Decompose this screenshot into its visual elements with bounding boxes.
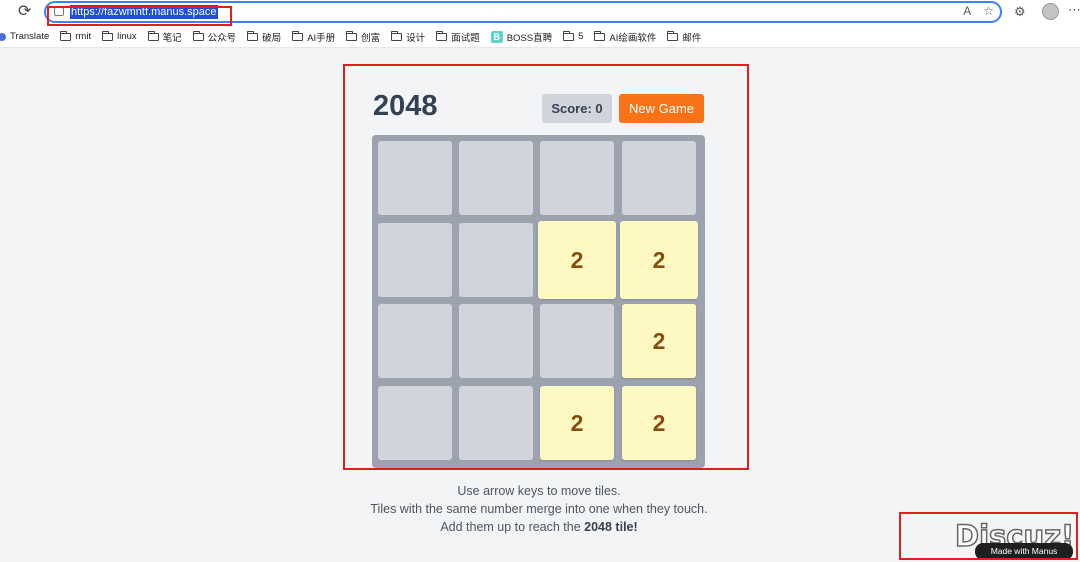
star-icon[interactable]: ☆: [983, 4, 994, 18]
tile: 2: [622, 386, 696, 460]
folder-icon: [563, 30, 575, 41]
bookmark-item[interactable]: linux: [102, 30, 137, 42]
bookmark-item[interactable]: 创富: [346, 30, 380, 44]
bookmark-item[interactable]: 面试题: [436, 30, 480, 44]
bookmark-label: 设计: [406, 32, 426, 44]
empty-cell: [459, 141, 533, 215]
folder-icon: [436, 30, 448, 41]
bookmark-item[interactable]: 破局: [247, 30, 281, 44]
empty-cell: [378, 386, 452, 460]
instructions: Use arrow keys to move tiles. Tiles with…: [300, 482, 778, 536]
folder-icon: [192, 30, 204, 41]
empty-cell: [459, 386, 533, 460]
bookmark-item[interactable]: rmit: [60, 30, 92, 42]
folder-icon: [594, 30, 606, 41]
empty-cell: [378, 141, 452, 215]
tile: 2: [620, 221, 698, 299]
site-info-icon[interactable]: [54, 7, 64, 16]
folder-icon: [102, 30, 114, 41]
more-menu-icon[interactable]: ⋯: [1068, 2, 1080, 18]
bookmark-label: rmit: [75, 31, 92, 42]
bookmark-item[interactable]: 5: [563, 30, 584, 42]
bookmark-label: Translate: [10, 31, 50, 42]
score-display: Score: 0: [542, 94, 612, 123]
empty-cell: [540, 141, 614, 215]
read-aloud-icon[interactable]: A: [963, 4, 971, 18]
folder-icon: [391, 30, 403, 41]
empty-cell: [378, 223, 452, 297]
url-text[interactable]: https://fazwmntf.manus.space: [70, 5, 218, 19]
translate-icon: [0, 32, 6, 41]
folder-icon: [60, 30, 72, 41]
folder-icon: [667, 30, 679, 41]
new-game-button[interactable]: New Game: [619, 94, 704, 123]
bookmark-label: 面试题: [451, 32, 480, 44]
bookmark-item[interactable]: 笔记: [147, 30, 182, 44]
reload-icon[interactable]: ⟳: [18, 3, 31, 21]
empty-cell: [622, 141, 696, 215]
boss-icon: B: [490, 30, 503, 43]
instructions-line-2: Tiles with the same number merge into on…: [370, 502, 708, 516]
avatar[interactable]: [1042, 3, 1059, 20]
bookmark-label: linux: [117, 31, 137, 42]
tile: 2: [540, 386, 614, 460]
bookmark-item[interactable]: AI绘画软件: [594, 30, 656, 44]
address-bar[interactable]: https://fazwmntf.manus.space A ☆: [44, 1, 1002, 23]
bookmark-label: 创富: [361, 32, 381, 44]
empty-cell: [540, 304, 614, 378]
empty-cell: [459, 223, 533, 297]
tile: 2: [538, 221, 616, 299]
page-title: 2048: [373, 90, 438, 122]
empty-cell: [459, 304, 533, 378]
tile: 2: [622, 304, 696, 378]
bookmark-label: 5: [578, 31, 584, 42]
bookmark-label: 公众号: [207, 32, 237, 44]
bookmark-label: BOSS直聘: [506, 32, 553, 44]
folder-icon: [147, 30, 159, 41]
bookmark-item[interactable]: 公众号: [192, 30, 237, 44]
bookmark-label: AI手册: [307, 32, 336, 44]
bookmark-item[interactable]: B BOSS直聘: [490, 30, 553, 44]
instructions-line-3: Add them up to reach the 2048 tile!: [300, 518, 778, 536]
bookmark-label: 笔记: [162, 32, 182, 44]
bookmark-label: AI绘画软件: [609, 32, 657, 44]
empty-cell: [378, 304, 452, 378]
bookmark-item[interactable]: 设计: [391, 30, 425, 44]
game-board[interactable]: 22222: [372, 135, 705, 468]
instructions-goal: 2048 tile!: [584, 520, 638, 534]
bookmarks-bar: Translate rmit linux 笔记 公众号 破局 AI手册 创富 设计 面试题 B BOS…: [0, 26, 1080, 48]
folder-icon: [247, 30, 259, 41]
instructions-line-3-text: Add them up to reach the: [440, 520, 585, 534]
folder-icon: [346, 30, 358, 41]
folder-icon: [292, 30, 304, 41]
extensions-icon[interactable]: ⚙: [1014, 4, 1026, 20]
browser-toolbar: ⟳ https://fazwmntf.manus.space A ☆ ⚙ ⋯: [0, 0, 1080, 26]
bookmark-item[interactable]: 邮件: [667, 30, 701, 44]
bookmark-label: 邮件: [682, 32, 702, 44]
bookmark-item[interactable]: Translate: [0, 31, 49, 42]
instructions-line-1: Use arrow keys to move tiles.: [457, 484, 621, 498]
made-with-manus-badge[interactable]: Made with Manus: [975, 543, 1073, 560]
bookmark-item[interactable]: AI手册: [292, 30, 335, 44]
bookmark-label: 破局: [262, 32, 282, 44]
